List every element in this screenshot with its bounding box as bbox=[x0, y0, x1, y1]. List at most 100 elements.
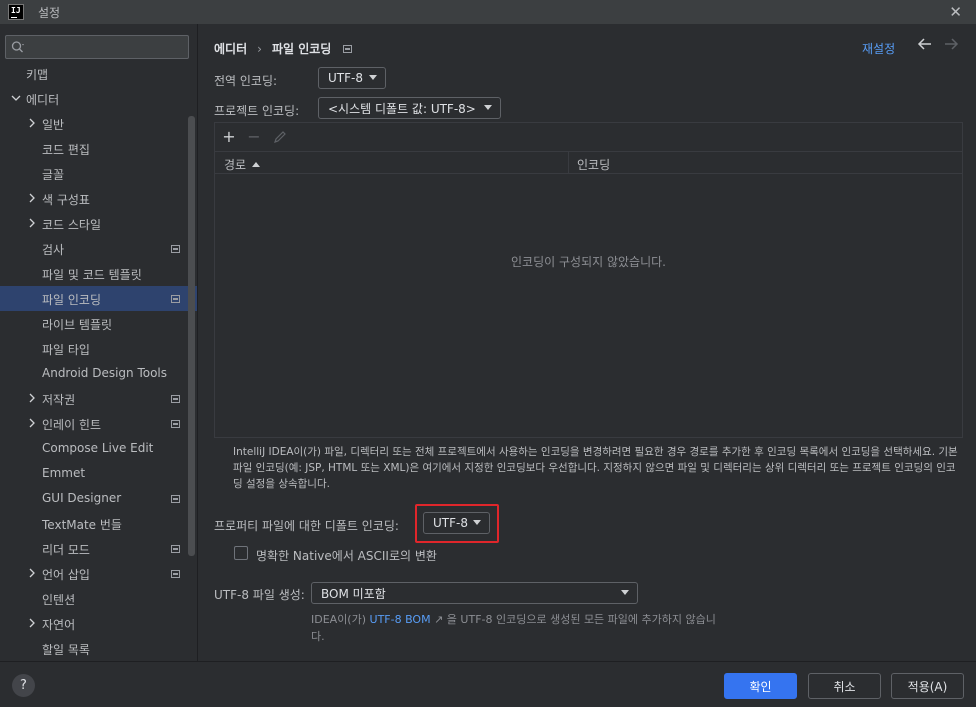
chevron-right-icon[interactable] bbox=[26, 417, 38, 429]
search-icon bbox=[11, 41, 24, 53]
sidebar-item[interactable]: 할일 목록 bbox=[0, 636, 190, 661]
sidebar-item-label: 파일 타입 bbox=[42, 343, 90, 357]
project-encoding-label: 프로젝트 인코딩: bbox=[214, 104, 300, 118]
sidebar-item[interactable]: 검사 bbox=[0, 236, 190, 261]
sidebar-item-label: 코드 편집 bbox=[42, 143, 90, 157]
project-scope-icon bbox=[171, 545, 180, 553]
sidebar-item[interactable]: 리더 모드 bbox=[0, 536, 190, 561]
utf8-bom-link[interactable]: UTF-8 BOM bbox=[370, 613, 431, 626]
project-scope-icon bbox=[171, 570, 180, 578]
external-link-icon: ↗ bbox=[434, 613, 444, 626]
breadcrumb-parent[interactable]: 에디터 bbox=[214, 40, 247, 57]
breadcrumb-separator: › bbox=[257, 41, 262, 56]
sidebar-item[interactable]: GUI Designer bbox=[0, 486, 190, 511]
cancel-button[interactable]: 취소 bbox=[808, 673, 881, 699]
sidebar-item[interactable]: 언어 삽입 bbox=[0, 561, 190, 586]
apply-button[interactable]: 적용(A) bbox=[891, 673, 964, 699]
bom-hint: IDEA이(가) UTF-8 BOM ↗ 을 UTF-8 인코딩으로 생성된 모… bbox=[311, 611, 721, 645]
sidebar-item-label: 코드 스타일 bbox=[42, 218, 102, 232]
table-header: 경로 인코딩 bbox=[215, 151, 962, 174]
sidebar-item-label: 라이브 템플릿 bbox=[42, 318, 113, 332]
sidebar-item-label: 인레이 힌트 bbox=[42, 418, 102, 432]
sidebar-item-label: 파일 및 코드 템플릿 bbox=[42, 268, 142, 282]
sidebar-item[interactable]: 코드 스타일 bbox=[0, 211, 190, 236]
chevron-right-icon[interactable] bbox=[26, 217, 38, 229]
sidebar-item-label: 검사 bbox=[42, 243, 65, 257]
settings-content: 에디터 › 파일 인코딩 재설정 전역 인코딩: UTF-8 프로젝트 인코딩:… bbox=[199, 24, 976, 661]
sidebar-item[interactable]: Emmet bbox=[0, 461, 190, 486]
chevron-down-icon bbox=[369, 75, 377, 80]
sidebar-item-label: 글꼴 bbox=[42, 168, 65, 182]
sidebar-item[interactable]: 일반 bbox=[0, 111, 190, 136]
window-title: 설정 bbox=[38, 5, 61, 20]
utf8-bom-dropdown[interactable]: BOM 미포함 bbox=[311, 582, 638, 604]
chevron-down-icon bbox=[484, 105, 492, 110]
reset-link[interactable]: 재설정 bbox=[862, 40, 895, 57]
chevron-right-icon[interactable] bbox=[26, 117, 38, 129]
utf8-bom-value: BOM 미포함 bbox=[321, 586, 386, 601]
settings-sidebar: 키맵에디터일반코드 편집글꼴색 구성표코드 스타일검사파일 및 코드 템플릿파일… bbox=[0, 24, 198, 661]
arrow-right-icon[interactable] bbox=[943, 36, 959, 52]
table-empty-text: 인코딩이 구성되지 않았습니다. bbox=[511, 255, 666, 269]
breadcrumb: 에디터 › 파일 인코딩 bbox=[214, 40, 353, 57]
project-scope-icon bbox=[171, 245, 180, 253]
column-path-label: 경로 bbox=[224, 158, 247, 172]
table-toolbar: + − bbox=[215, 123, 962, 151]
sidebar-item[interactable]: 코드 편집 bbox=[0, 136, 190, 161]
column-header-path[interactable]: 경로 bbox=[224, 156, 261, 173]
column-divider[interactable] bbox=[568, 152, 569, 174]
global-encoding-value: UTF-8 bbox=[328, 71, 363, 85]
ok-button[interactable]: 확인 bbox=[724, 673, 797, 699]
sidebar-item[interactable]: 키맵 bbox=[0, 61, 190, 86]
sidebar-scrollbar[interactable] bbox=[188, 116, 195, 556]
properties-encoding-label: 프로퍼티 파일에 대한 디폴트 인코딩: bbox=[214, 519, 399, 533]
sidebar-item[interactable]: 인레이 힌트 bbox=[0, 411, 190, 436]
project-encoding-dropdown[interactable]: <시스템 디폴트 값: UTF-8> bbox=[318, 97, 501, 119]
help-button[interactable]: ? bbox=[12, 674, 35, 697]
global-encoding-dropdown[interactable]: UTF-8 bbox=[318, 67, 386, 89]
sort-ascending-icon bbox=[252, 162, 261, 167]
arrow-left-icon[interactable] bbox=[917, 36, 933, 52]
chevron-right-icon[interactable] bbox=[26, 567, 38, 579]
sidebar-item[interactable]: TextMate 번들 bbox=[0, 511, 190, 536]
sidebar-item-label: 언어 삽입 bbox=[42, 568, 90, 582]
column-header-encoding[interactable]: 인코딩 bbox=[577, 156, 610, 173]
edit-pencil-icon[interactable] bbox=[272, 129, 288, 145]
project-scope-icon bbox=[171, 295, 180, 303]
sidebar-item[interactable]: 인텐션 bbox=[0, 586, 190, 611]
sidebar-item[interactable]: 파일 인코딩 bbox=[0, 286, 197, 311]
sidebar-item[interactable]: 라이브 템플릿 bbox=[0, 311, 190, 336]
sidebar-item-label: 색 구성표 bbox=[42, 193, 90, 207]
sidebar-item-label: GUI Designer bbox=[42, 491, 122, 505]
settings-search-input[interactable] bbox=[5, 35, 189, 59]
sidebar-item-label: Android Design Tools bbox=[42, 366, 168, 380]
logo-text: IJ bbox=[11, 6, 21, 15]
project-encoding-value: <시스템 디폴트 값: UTF-8> bbox=[328, 101, 476, 116]
sidebar-item-label: 일반 bbox=[42, 118, 65, 132]
chevron-right-icon[interactable] bbox=[26, 617, 38, 629]
remove-icon[interactable]: − bbox=[246, 129, 262, 145]
chevron-right-icon[interactable] bbox=[26, 192, 38, 204]
add-icon[interactable]: + bbox=[221, 129, 237, 145]
close-icon[interactable]: ✕ bbox=[949, 3, 962, 21]
sidebar-item-label: 인텐션 bbox=[42, 593, 76, 607]
sidebar-item[interactable]: 파일 및 코드 템플릿 bbox=[0, 261, 190, 286]
global-encoding-label: 전역 인코딩: bbox=[214, 74, 278, 88]
chevron-down-icon[interactable] bbox=[10, 92, 22, 104]
sidebar-item[interactable]: 저작권 bbox=[0, 386, 190, 411]
chevron-right-icon[interactable] bbox=[26, 392, 38, 404]
sidebar-item-label: 파일 인코딩 bbox=[42, 293, 102, 307]
sidebar-item[interactable]: Compose Live Edit bbox=[0, 436, 190, 461]
sidebar-item[interactable]: 색 구성표 bbox=[0, 186, 190, 211]
sidebar-item[interactable]: 에디터 bbox=[0, 86, 190, 111]
sidebar-item[interactable]: 자연어 bbox=[0, 611, 190, 636]
native-to-ascii-checkbox[interactable] bbox=[234, 546, 248, 560]
chevron-down-icon bbox=[621, 590, 629, 595]
sidebar-item[interactable]: 파일 타입 bbox=[0, 336, 190, 361]
sidebar-item[interactable]: Android Design Tools bbox=[0, 361, 190, 386]
highlight-box bbox=[415, 504, 499, 543]
sidebar-item[interactable]: 글꼴 bbox=[0, 161, 190, 186]
encoding-description: IntelliJ IDEA이(가) 파일, 디렉터리 또는 전체 프로젝트에서 … bbox=[233, 446, 958, 490]
sidebar-item-label: 키맵 bbox=[26, 68, 49, 82]
dialog-footer: ? 확인 취소 적용(A) bbox=[0, 661, 976, 707]
